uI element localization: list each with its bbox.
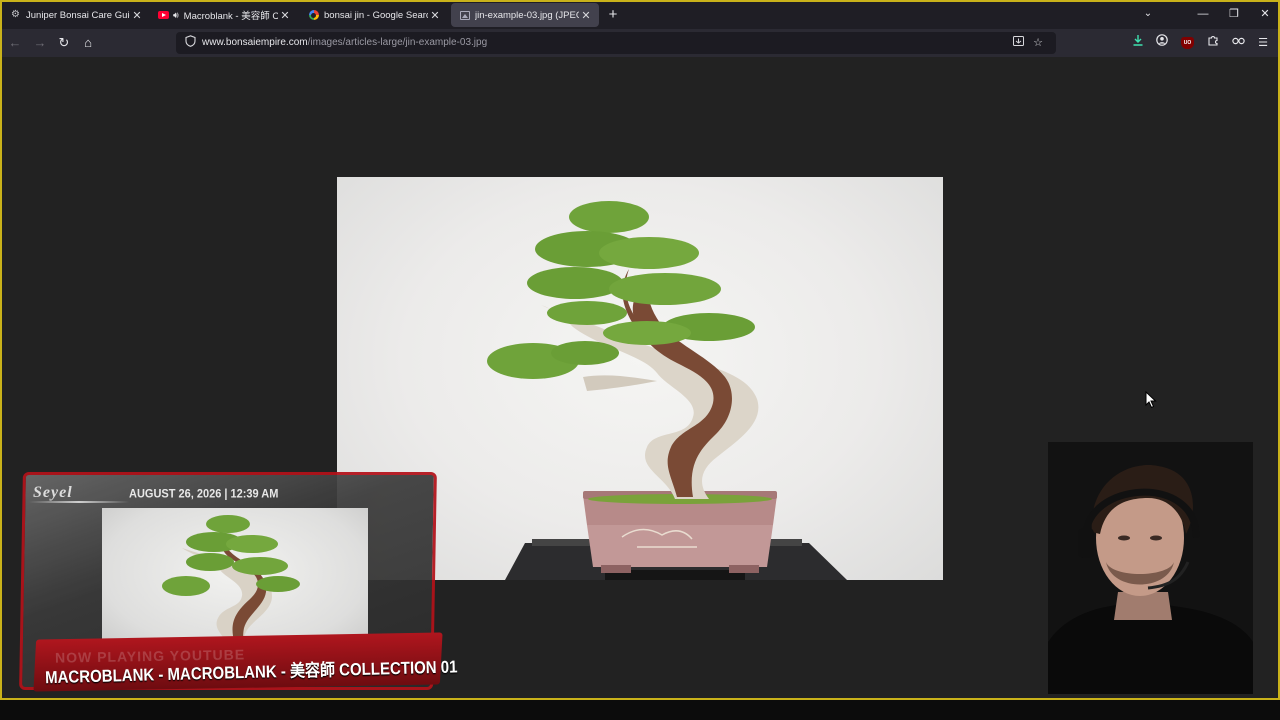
downloads-icon[interactable] [1129, 34, 1147, 52]
overlay-thumbnail [102, 508, 368, 650]
minimize-button[interactable]: — [1193, 5, 1213, 23]
reader-view-icon[interactable] [1010, 35, 1026, 51]
speaker-icon[interactable]: 🔊︎ [173, 10, 179, 21]
close-icon[interactable]: ✕ [278, 8, 292, 22]
overlay-date-time: AUGUST 26, 2026 | 12:39 AM [129, 487, 279, 501]
reload-button[interactable]: ↻ [55, 34, 73, 52]
youtube-icon [158, 10, 169, 21]
url-host: www.bonsaiempire.com [202, 37, 308, 48]
webcam-feed [1048, 442, 1253, 694]
mouse-cursor-icon [1145, 391, 1157, 409]
url-text[interactable]: www.bonsaiempire.com/images/articles-lar… [202, 37, 487, 48]
taskbar-strip [0, 700, 1280, 720]
new-tab-button[interactable]: + [604, 6, 622, 24]
forward-button[interactable]: → [31, 34, 49, 52]
close-icon[interactable]: ✕ [579, 8, 593, 22]
close-window-button[interactable]: ✕ [1255, 5, 1275, 23]
gear-icon: ⚙ [11, 9, 20, 20]
tab-title: jin-example-03.jpg (JPEG Image, 1024 × 6… [475, 9, 579, 21]
navigation-bar: ← → ↻ ⌂ www.bonsaiempire.com/images/arti… [0, 29, 1280, 57]
home-button[interactable]: ⌂ [79, 34, 97, 52]
streamer-silhouette [1048, 442, 1253, 694]
shield-icon[interactable] [182, 35, 198, 51]
extensions-puzzle-icon[interactable] [1204, 34, 1222, 52]
close-icon[interactable]: ✕ [428, 8, 442, 22]
container-tabs-icon[interactable] [1229, 34, 1247, 52]
tab-title: Juniper Bonsai Care Guide [26, 9, 130, 21]
url-path: /images/articles-large/jin-example-03.jp… [307, 37, 488, 48]
google-icon [308, 10, 319, 21]
now-playing-overlay: Seyel AUGUST 26, 2026 | 12:39 AM NOW PLA… [19, 468, 458, 696]
tab-jpeg-image[interactable]: jin-example-03.jpg (JPEG Image, 1024 × 6… [451, 3, 599, 27]
bookmark-star-icon[interactable]: ☆ [1030, 35, 1046, 51]
menu-hamburger-icon[interactable]: ☰ [1254, 34, 1272, 52]
ublock-origin-icon[interactable]: UO [1181, 37, 1194, 49]
tab-title: bonsai jin - Google Search [324, 9, 428, 21]
image-icon [459, 10, 470, 21]
tab-strip: ⚙ Juniper Bonsai Care Guide ✕ 🔊︎ Macrobl… [0, 0, 1280, 29]
tab-title: Macroblank - 美容師 COLLECTION 01 [183, 11, 278, 22]
logo-underline [29, 501, 129, 503]
close-icon[interactable]: ✕ [130, 8, 144, 22]
tab-google-search[interactable]: bonsai jin - Google Search ✕ [300, 3, 448, 27]
url-bar[interactable]: www.bonsaiempire.com/images/articles-lar… [176, 32, 1056, 54]
restore-button[interactable]: ❐ [1224, 5, 1244, 23]
account-icon[interactable] [1153, 34, 1171, 52]
back-button[interactable]: ← [6, 34, 24, 52]
tab-macroblank-youtube[interactable]: 🔊︎ Macroblank - 美容師 COLLECTION 01 ✕ [150, 3, 298, 27]
tab-juniper-care-guide[interactable]: ⚙ Juniper Bonsai Care Guide ✕ [2, 3, 150, 27]
channel-logo: Seyel [33, 484, 73, 501]
tab-list-button[interactable]: ⌄ [1140, 6, 1156, 22]
thumbnail-bonsai [162, 515, 308, 650]
